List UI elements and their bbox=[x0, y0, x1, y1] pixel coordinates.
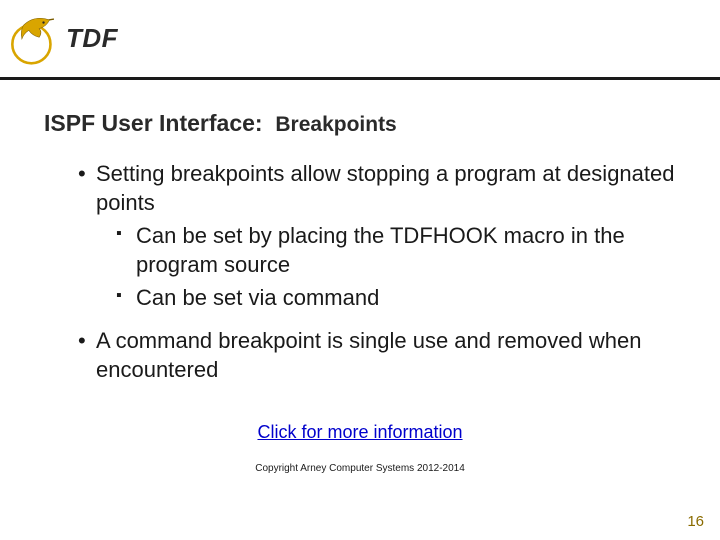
bullet-text: A command breakpoint is single use and r… bbox=[96, 328, 641, 382]
list-item: Setting breakpoints allow stopping a pro… bbox=[78, 159, 676, 312]
copyright: Copyright Arney Computer Systems 2012-20… bbox=[44, 463, 676, 474]
sub-list: Can be set by placing the TDFHOOK macro … bbox=[96, 221, 676, 312]
logo-text: TDF bbox=[66, 23, 118, 54]
sub-bullet-text: Can be set via command bbox=[136, 285, 379, 310]
tdf-eagle-icon bbox=[8, 13, 60, 65]
logo: TDF bbox=[8, 13, 118, 65]
list-item: A command breakpoint is single use and r… bbox=[78, 326, 676, 384]
title-sub: Breakpoints bbox=[275, 113, 396, 136]
bullet-list: Setting breakpoints allow stopping a pro… bbox=[44, 159, 676, 384]
bullet-text: Setting breakpoints allow stopping a pro… bbox=[96, 161, 674, 215]
slide-header: TDF bbox=[0, 0, 720, 80]
list-item: Can be set by placing the TDFHOOK macro … bbox=[116, 221, 676, 279]
more-info-link-row: Click for more information bbox=[44, 422, 676, 443]
page-number: 16 bbox=[687, 513, 704, 530]
list-item: Can be set via command bbox=[116, 283, 676, 312]
sub-bullet-text: Can be set by placing the TDFHOOK macro … bbox=[136, 223, 625, 277]
slide-title: ISPF User Interface: Breakpoints bbox=[44, 110, 676, 137]
more-info-link[interactable]: Click for more information bbox=[257, 422, 462, 442]
title-main: ISPF User Interface: bbox=[44, 110, 263, 136]
slide-content: ISPF User Interface: Breakpoints Setting… bbox=[0, 80, 720, 474]
